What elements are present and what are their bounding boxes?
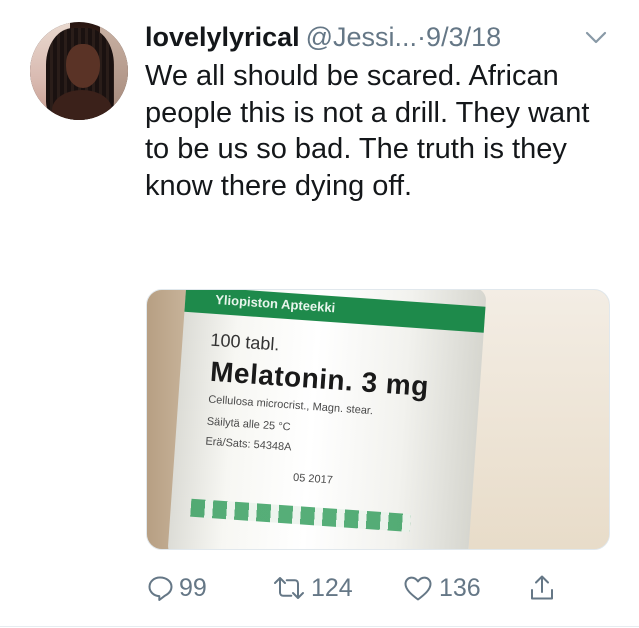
share-icon [531,575,553,600]
tweet-media-image[interactable]: Yliopiston Apteekki 100 tabl. Melatonin.… [146,289,610,550]
share-button[interactable] [528,570,556,606]
bottle-line-2: Säilytä alle 25 °C [206,415,291,434]
author-handle[interactable]: @Jessi... [306,22,417,52]
bottle-tablet-count: 100 tabl. [209,329,281,355]
tweet-header: lovelylyrical @Jessi...·9/3/18 [145,20,501,54]
retweet-count: 124 [311,573,353,602]
bottom-divider [0,626,639,627]
bottle-line-4: 05 2017 [292,471,334,487]
retweet-button[interactable]: 124 [272,570,353,606]
like-button[interactable]: 136 [402,570,481,606]
separator-dot: · [417,22,427,52]
bottle: Yliopiston Apteekki 100 tabl. Melatonin.… [167,290,487,549]
avatar[interactable] [30,22,128,120]
heart-icon [404,576,432,601]
bottle-line-3: Erä/Sats: 54348A [204,435,292,454]
tweet-actions: 99 124 136 [146,570,586,610]
reply-icon [148,576,173,601]
reply-button[interactable]: 99 [146,570,207,606]
bottle-bottom-stripe [190,498,411,533]
chevron-down-icon [585,31,607,44]
avatar-face [66,44,100,88]
reply-count: 99 [179,573,207,602]
photo-background-right [469,290,609,549]
author-name[interactable]: lovelylyrical [145,22,300,52]
retweet-icon [274,577,304,599]
more-options-button[interactable] [584,30,608,46]
like-count: 136 [439,573,481,602]
timestamp[interactable]: 9/3/18 [426,22,501,52]
tweet: lovelylyrical @Jessi...·9/3/18 We all sho… [0,0,639,628]
tweet-text: We all should be scared. African people … [145,60,590,202]
